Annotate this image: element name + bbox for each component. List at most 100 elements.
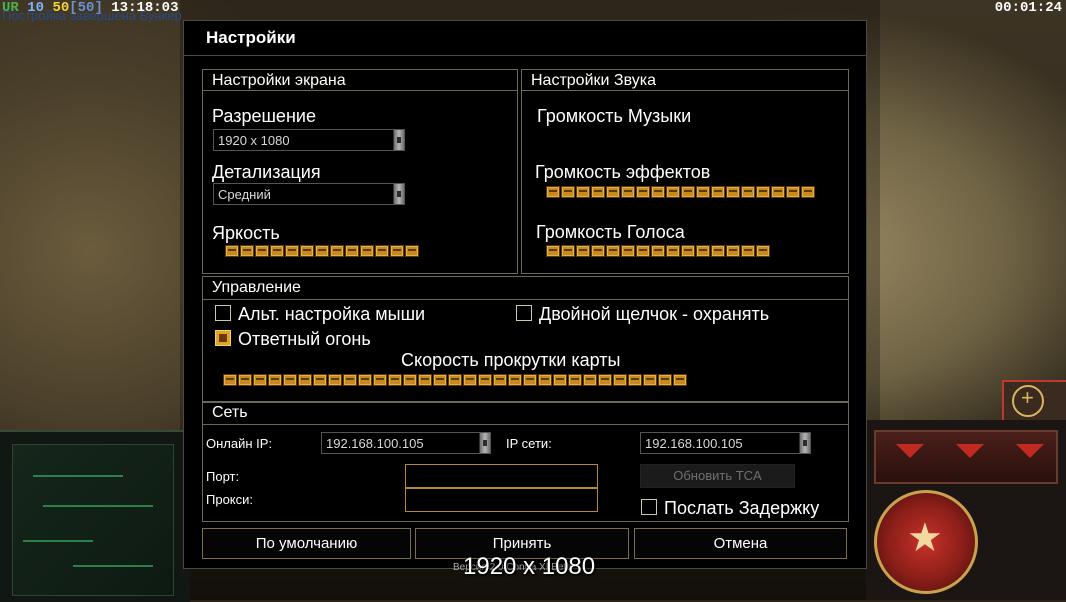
alt-mouse-checkbox[interactable] xyxy=(215,305,231,321)
dropdown-arrow-icon[interactable] xyxy=(393,130,404,150)
double-click-checkbox[interactable] xyxy=(516,305,532,321)
slider-segment[interactable] xyxy=(270,245,284,257)
slider-segment[interactable] xyxy=(621,245,635,257)
slider-segment[interactable] xyxy=(375,245,389,257)
slider-segment[interactable] xyxy=(658,374,672,386)
default-button[interactable]: По умолчанию xyxy=(202,528,411,559)
slider-segment[interactable] xyxy=(300,245,314,257)
slider-segment[interactable] xyxy=(681,186,695,198)
slider-segment[interactable] xyxy=(315,245,329,257)
minimap[interactable] xyxy=(12,444,174,596)
slider-segment[interactable] xyxy=(726,186,740,198)
slider-segment[interactable] xyxy=(651,245,665,257)
detail-dropdown[interactable]: Средний xyxy=(213,183,405,205)
slider-segment[interactable] xyxy=(448,374,462,386)
slider-segment[interactable] xyxy=(666,186,680,198)
scroll-speed-slider[interactable] xyxy=(223,374,687,386)
slider-segment[interactable] xyxy=(606,245,620,257)
slider-segment[interactable] xyxy=(771,186,785,198)
slider-segment[interactable] xyxy=(583,374,597,386)
slider-segment[interactable] xyxy=(561,245,575,257)
slider-segment[interactable] xyxy=(576,186,590,198)
slider-segment[interactable] xyxy=(546,186,560,198)
send-delay-checkbox[interactable] xyxy=(641,499,657,515)
brightness-slider[interactable] xyxy=(225,245,419,257)
slider-segment[interactable] xyxy=(345,245,359,257)
slider-segment[interactable] xyxy=(591,245,605,257)
slider-segment[interactable] xyxy=(613,374,627,386)
slider-segment[interactable] xyxy=(253,374,267,386)
dropdown-arrow-icon[interactable] xyxy=(393,184,404,204)
slider-segment[interactable] xyxy=(388,374,402,386)
slider-segment[interactable] xyxy=(418,374,432,386)
update-tca-button[interactable]: Обновить TCA xyxy=(640,464,795,488)
resolution-dropdown[interactable]: 1920 x 1080 xyxy=(213,129,405,151)
slider-segment[interactable] xyxy=(328,374,342,386)
slider-segment[interactable] xyxy=(546,245,560,257)
slider-segment[interactable] xyxy=(636,186,650,198)
slider-segment[interactable] xyxy=(298,374,312,386)
slider-segment[interactable] xyxy=(681,245,695,257)
slider-segment[interactable] xyxy=(711,186,725,198)
slider-segment[interactable] xyxy=(756,186,770,198)
slider-segment[interactable] xyxy=(756,245,770,257)
slider-segment[interactable] xyxy=(330,245,344,257)
port-field[interactable] xyxy=(405,464,598,488)
slider-segment[interactable] xyxy=(741,186,755,198)
slider-segment[interactable] xyxy=(283,374,297,386)
slider-segment[interactable] xyxy=(696,186,710,198)
slider-segment[interactable] xyxy=(538,374,552,386)
network-ip-dropdown[interactable]: 192.168.100.105 xyxy=(640,432,811,454)
slider-segment[interactable] xyxy=(576,245,590,257)
slider-segment[interactable] xyxy=(225,245,239,257)
slider-segment[interactable] xyxy=(666,245,680,257)
slider-segment[interactable] xyxy=(628,374,642,386)
slider-segment[interactable] xyxy=(463,374,477,386)
slider-segment[interactable] xyxy=(358,374,372,386)
return-fire-checkbox[interactable] xyxy=(215,330,231,346)
slider-segment[interactable] xyxy=(561,186,575,198)
slider-segment[interactable] xyxy=(606,186,620,198)
online-ip-dropdown[interactable]: 192.168.100.105 xyxy=(321,432,491,454)
slider-segment[interactable] xyxy=(313,374,327,386)
cancel-button[interactable]: Отмена xyxy=(634,528,847,559)
slider-segment[interactable] xyxy=(726,245,740,257)
proxy-field[interactable] xyxy=(405,488,598,512)
slider-segment[interactable] xyxy=(786,186,800,198)
slider-segment[interactable] xyxy=(343,374,357,386)
slider-segment[interactable] xyxy=(493,374,507,386)
slider-segment[interactable] xyxy=(433,374,447,386)
slider-segment[interactable] xyxy=(268,374,282,386)
slider-segment[interactable] xyxy=(508,374,522,386)
slider-segment[interactable] xyxy=(553,374,567,386)
slider-segment[interactable] xyxy=(285,245,299,257)
slider-segment[interactable] xyxy=(651,186,665,198)
dropdown-arrow-icon[interactable] xyxy=(799,433,810,453)
slider-segment[interactable] xyxy=(801,186,815,198)
slider-segment[interactable] xyxy=(568,374,582,386)
slider-segment[interactable] xyxy=(621,186,635,198)
slider-segment[interactable] xyxy=(643,374,657,386)
slider-segment[interactable] xyxy=(240,245,254,257)
slider-segment[interactable] xyxy=(405,245,419,257)
slider-segment[interactable] xyxy=(696,245,710,257)
slider-segment[interactable] xyxy=(711,245,725,257)
effects-volume-slider[interactable] xyxy=(546,186,815,198)
slider-segment[interactable] xyxy=(598,374,612,386)
voice-volume-slider[interactable] xyxy=(546,245,770,257)
slider-segment[interactable] xyxy=(390,245,404,257)
radar-target-button[interactable] xyxy=(1002,380,1066,422)
slider-segment[interactable] xyxy=(478,374,492,386)
slider-segment[interactable] xyxy=(673,374,687,386)
dropdown-arrow-icon[interactable] xyxy=(479,433,490,453)
slider-segment[interactable] xyxy=(373,374,387,386)
slider-segment[interactable] xyxy=(360,245,374,257)
slider-segment[interactable] xyxy=(255,245,269,257)
slider-segment[interactable] xyxy=(741,245,755,257)
slider-segment[interactable] xyxy=(523,374,537,386)
slider-segment[interactable] xyxy=(403,374,417,386)
slider-segment[interactable] xyxy=(223,374,237,386)
slider-segment[interactable] xyxy=(591,186,605,198)
slider-segment[interactable] xyxy=(238,374,252,386)
slider-segment[interactable] xyxy=(636,245,650,257)
